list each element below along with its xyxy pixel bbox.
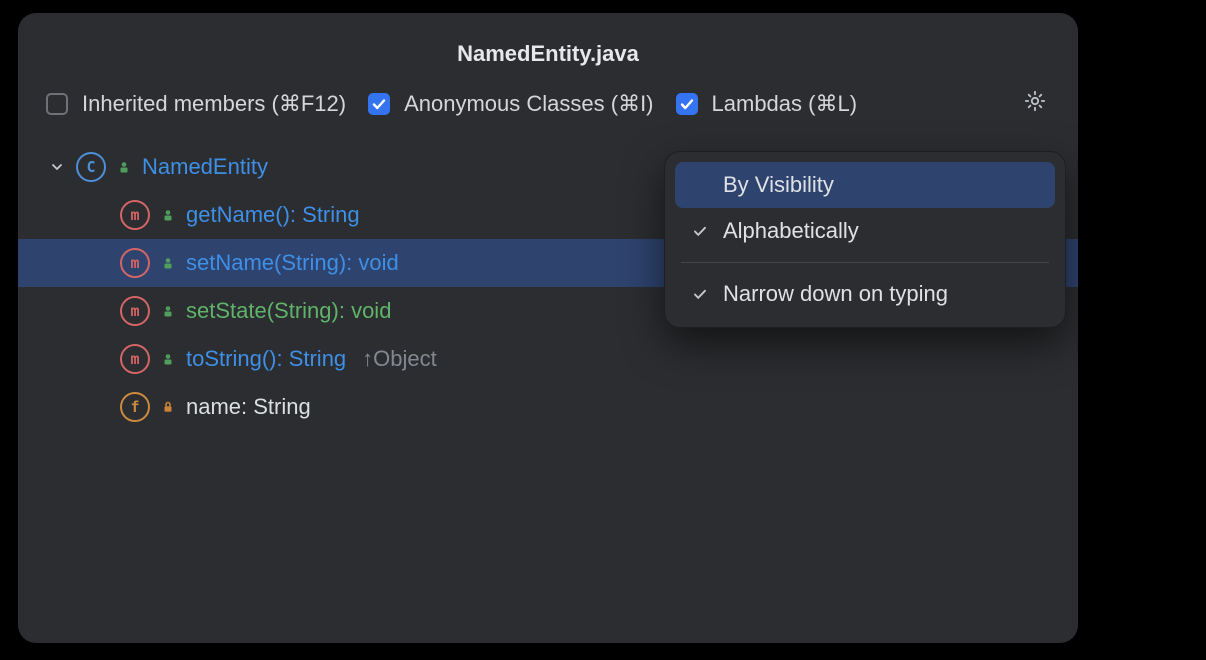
- checkbox-label: Anonymous Classes (⌘I): [404, 91, 653, 117]
- checkbox-label: Inherited members (⌘F12): [82, 91, 346, 117]
- checkbox-box: [368, 93, 390, 115]
- checkbox-anonymous-classes[interactable]: Anonymous Classes (⌘I): [368, 91, 653, 117]
- menu-item-label: Narrow down on typing: [723, 281, 948, 307]
- method-icon: m: [120, 296, 150, 326]
- settings-menu: By Visibility Alphabetically Narrow down…: [664, 151, 1066, 328]
- class-icon: C: [76, 152, 106, 182]
- method-icon: m: [120, 200, 150, 230]
- checkbox-lambdas[interactable]: Lambdas (⌘L): [676, 91, 858, 117]
- tree-node-field[interactable]: f name: String: [18, 383, 1078, 431]
- menu-item-narrow-down[interactable]: Narrow down on typing: [675, 271, 1055, 317]
- check-icon: [689, 223, 711, 239]
- file-structure-popup: NamedEntity.java Inherited members (⌘F12…: [18, 13, 1078, 643]
- public-visibility-icon: [160, 303, 176, 319]
- menu-separator: [681, 262, 1049, 263]
- chevron-down-icon: [48, 160, 66, 174]
- menu-item-alphabetically[interactable]: Alphabetically: [675, 208, 1055, 254]
- public-visibility-icon: [160, 207, 176, 223]
- menu-item-label: Alphabetically: [723, 218, 859, 244]
- tree-node-label: NamedEntity: [142, 154, 268, 180]
- tree-node-label: getName(): String: [186, 202, 360, 228]
- popup-title: NamedEntity.java: [18, 13, 1078, 85]
- tree-node-method[interactable]: m toString(): String ↑Object: [18, 335, 1078, 383]
- method-icon: m: [120, 248, 150, 278]
- checkbox-box: [676, 93, 698, 115]
- toolbar: Inherited members (⌘F12) Anonymous Class…: [18, 85, 1078, 133]
- method-icon: m: [120, 344, 150, 374]
- menu-item-by-visibility[interactable]: By Visibility: [675, 162, 1055, 208]
- check-icon: [689, 286, 711, 302]
- gear-icon: [1023, 89, 1047, 119]
- public-visibility-icon: [160, 351, 176, 367]
- checkbox-label: Lambdas (⌘L): [712, 91, 858, 117]
- tree-node-label: name: String: [186, 394, 311, 420]
- private-visibility-icon: [160, 399, 176, 415]
- field-icon: f: [120, 392, 150, 422]
- tree-node-inherited-from: ↑Object: [362, 346, 437, 372]
- public-visibility-icon: [116, 159, 132, 175]
- public-visibility-icon: [160, 255, 176, 271]
- tree-node-label: setName(String): void: [186, 250, 399, 276]
- tree-node-label: setState(String): void: [186, 298, 391, 324]
- checkbox-box: [46, 93, 68, 115]
- checkbox-inherited-members[interactable]: Inherited members (⌘F12): [46, 91, 346, 117]
- menu-item-label: By Visibility: [723, 172, 834, 198]
- settings-button[interactable]: [1020, 89, 1050, 119]
- tree-node-label: toString(): String: [186, 346, 346, 372]
